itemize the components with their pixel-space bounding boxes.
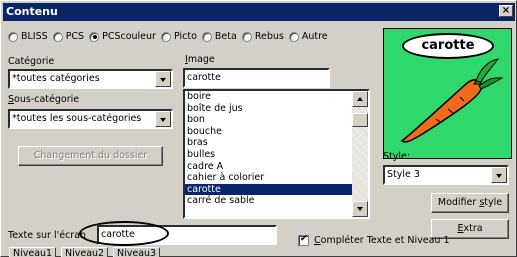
complete-checkbox-label: Compléter Texte et Niveau 1 [314, 235, 450, 246]
symbol-set-radio-group: BLISS PCS PCScouleur Picto Beta Rebus Autre [8, 31, 333, 42]
image-list-scrollbar[interactable] [352, 91, 368, 217]
list-item[interactable]: bulles [185, 149, 352, 161]
radio-bliss[interactable]: BLISS [8, 31, 48, 42]
style-select[interactable]: Style 3 [383, 165, 509, 185]
preview-title: carotte [402, 33, 494, 59]
radio-label: PCScouleur [102, 31, 156, 42]
scroll-down-icon[interactable] [352, 201, 368, 217]
subcategory-select-value: *toutes les sous-catégories [12, 113, 142, 124]
style-label: Style: [383, 151, 411, 162]
annotation-oval [79, 221, 169, 246]
radio-label: Rebus [254, 31, 284, 42]
radio-label: Picto [173, 31, 197, 42]
radio-label: BLISS [21, 31, 48, 42]
radio-dot-icon[interactable] [52, 31, 63, 42]
change-folder-button[interactable]: Changement du dossier [18, 146, 163, 166]
list-item[interactable]: cahier à colorier [185, 172, 352, 184]
radio-pcscouleur[interactable]: PCScouleur [89, 31, 156, 42]
radio-dot-icon[interactable] [241, 31, 252, 42]
close-button[interactable]: × [499, 5, 513, 17]
category-label: Catégorie [8, 56, 55, 67]
tab-niveau3[interactable]: Niveau3 [113, 247, 161, 257]
category-select[interactable]: *toutes catégories [8, 69, 173, 89]
list-item[interactable]: carotte [185, 183, 352, 196]
subcategory-label: Sous-catégorie [8, 94, 80, 105]
chevron-down-icon[interactable] [155, 71, 171, 87]
modify-style-button[interactable]: Modifier style [431, 193, 509, 213]
radio-label: Autre [301, 31, 328, 42]
radio-dot-icon[interactable] [160, 31, 171, 42]
chevron-down-icon[interactable] [491, 167, 507, 183]
list-item[interactable]: bras [185, 137, 352, 149]
list-item[interactable]: cadre A [185, 161, 352, 173]
image-label: Image [185, 54, 215, 65]
style-select-value: Style 3 [387, 169, 420, 180]
category-select-value: *toutes catégories [12, 73, 100, 84]
list-item[interactable]: bouche [185, 126, 352, 138]
window-title: Contenu [6, 5, 58, 18]
radio-beta[interactable]: Beta [201, 31, 237, 42]
list-item[interactable]: boire [185, 91, 352, 103]
scroll-thumb[interactable] [352, 113, 368, 127]
title-bar: Contenu × [3, 3, 515, 21]
radio-picto[interactable]: Picto [160, 31, 197, 42]
tab-niveau2[interactable]: Niveau2 [61, 247, 109, 257]
radio-label: Beta [214, 31, 237, 42]
radio-dot-icon[interactable] [89, 31, 100, 42]
radio-label: PCS [65, 31, 85, 42]
radio-rebus[interactable]: Rebus [241, 31, 284, 42]
radio-autre[interactable]: Autre [288, 31, 328, 42]
image-input[interactable]: carotte [183, 68, 330, 88]
subcategory-select[interactable]: *toutes les sous-catégories [8, 109, 173, 129]
list-item[interactable]: bon [185, 114, 352, 126]
radio-dot-icon[interactable] [201, 31, 212, 42]
radio-pcs[interactable]: PCS [52, 31, 85, 42]
list-item[interactable]: carré de sable [185, 195, 352, 207]
radio-dot-icon[interactable] [288, 31, 299, 42]
list-item[interactable]: boîte de jus [185, 103, 352, 115]
contenu-dialog: Contenu × BLISS PCS PCScouleur Picto Beta Reb… [0, 0, 517, 257]
complete-checkbox[interactable] [298, 234, 309, 246]
scroll-up-icon[interactable] [352, 91, 368, 107]
image-list[interactable]: boire boîte de jus bon bouche bras bulles cadr… [183, 89, 370, 219]
screen-text-label: Texte sur l'écran [8, 230, 87, 241]
radio-dot-icon[interactable] [8, 31, 18, 42]
tab-niveau1[interactable]: Niveau1 [9, 247, 57, 257]
chevron-down-icon[interactable] [155, 111, 171, 127]
